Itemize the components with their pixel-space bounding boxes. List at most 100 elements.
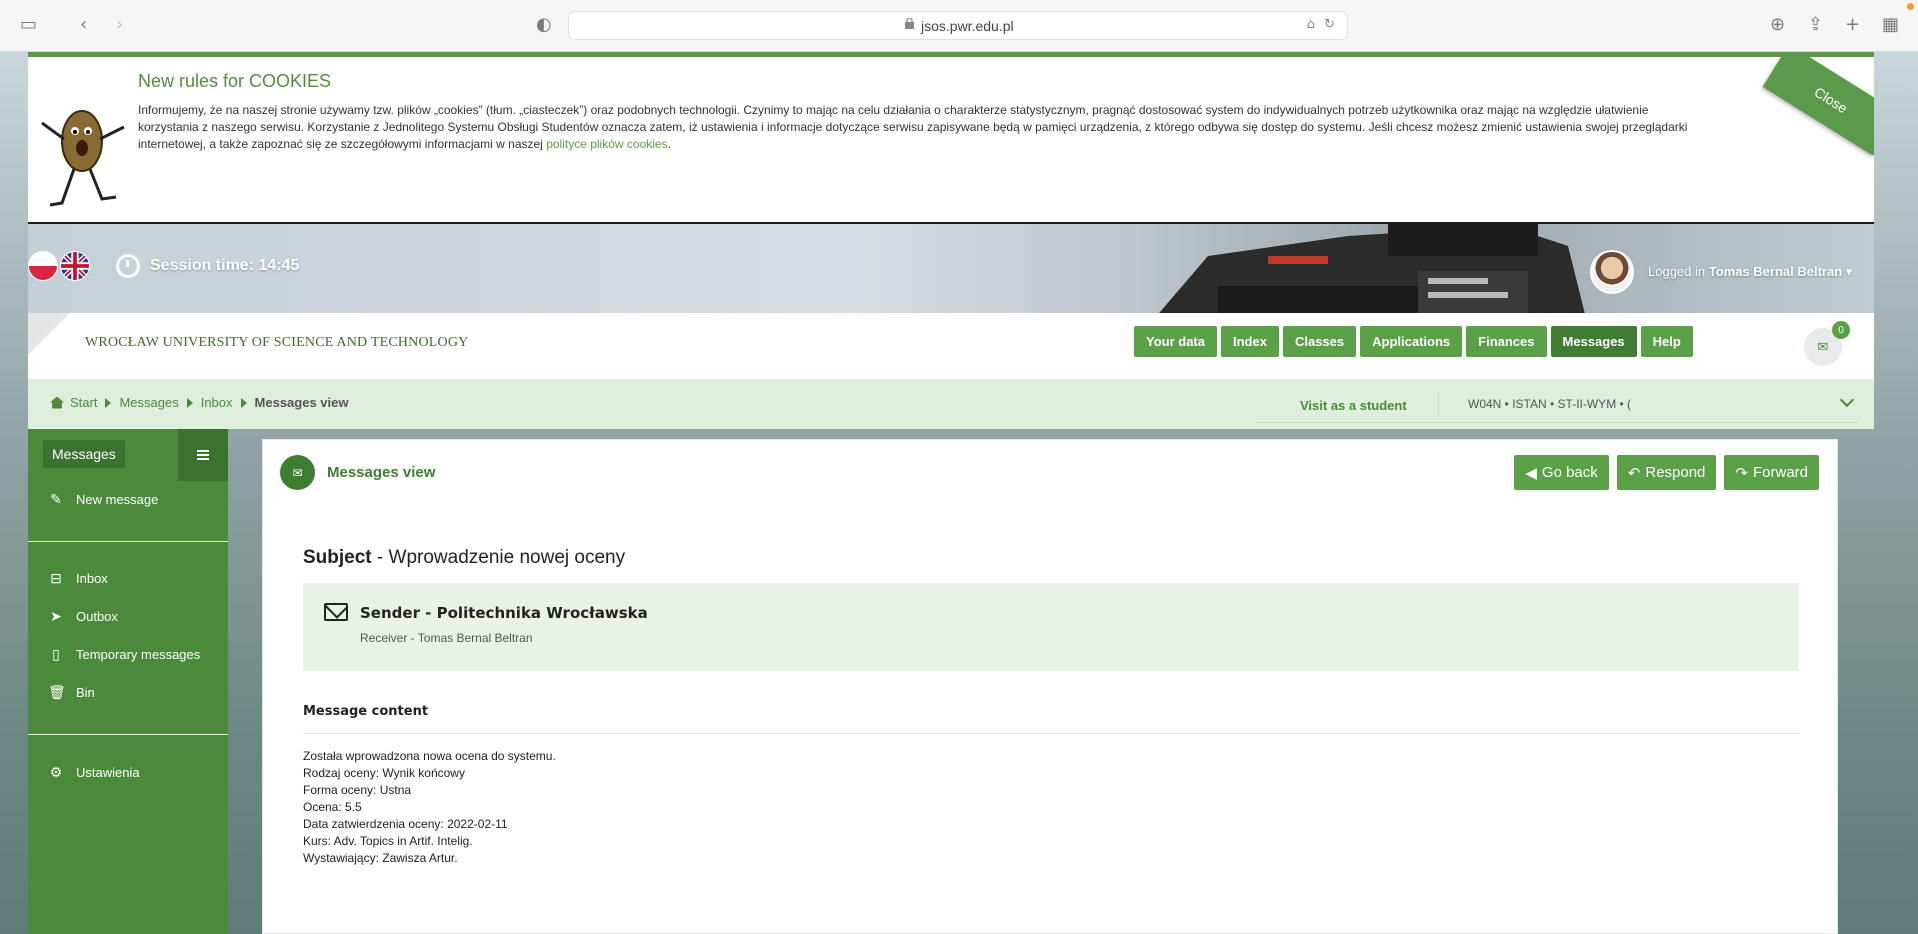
cookie-banner: New rules for COOKIES Informujemy, że na… bbox=[28, 57, 1874, 224]
caret-right-icon bbox=[240, 397, 247, 408]
caret-down-icon: ▾ bbox=[1845, 264, 1853, 279]
reply-icon: ↶ bbox=[1627, 464, 1641, 482]
sidebar-item-new-message[interactable]: ✎ New message bbox=[28, 485, 228, 513]
cookie-policy-link[interactable]: polityce plików cookies bbox=[546, 137, 667, 151]
message-panel: ✉ Messages view ◀ Go back ↶ Respond ↷ Fo… bbox=[262, 439, 1838, 934]
nav-finances[interactable]: Finances bbox=[1466, 326, 1547, 357]
browser-toolbar: ▭ ‹ › ◐ jsos.pwr.edu.pl ⌂ ↻ ⊕ ⇪ + ▦ bbox=[0, 0, 1918, 52]
breadcrumb: Start Messages Inbox Messages view bbox=[50, 395, 348, 410]
breadcrumb-start[interactable]: Start bbox=[70, 395, 97, 410]
forward-icon[interactable]: › bbox=[116, 14, 123, 36]
message-body: Została wprowadzona nowa ocena do system… bbox=[303, 748, 556, 867]
new-tab-icon[interactable]: + bbox=[1845, 14, 1860, 36]
sidebar-item-label: Inbox bbox=[76, 570, 108, 586]
translate-icon[interactable]: ⌂ bbox=[1307, 17, 1315, 32]
divider bbox=[1438, 393, 1439, 415]
message-line: Ocena: 5.5 bbox=[303, 800, 362, 814]
polish-flag-icon[interactable] bbox=[28, 251, 58, 281]
respond-label: Respond bbox=[1645, 464, 1706, 481]
nav-index[interactable]: Index bbox=[1221, 326, 1279, 357]
forward-label: Forward bbox=[1752, 464, 1808, 481]
study-program: W04N • ISTAN • ST-II-WYM • ( bbox=[1468, 397, 1632, 411]
message-line: Data zatwierdzenia oceny: 2022-02-11 bbox=[303, 817, 508, 831]
visit-as-student-link[interactable]: Visit as a student bbox=[1300, 398, 1407, 413]
message-content-label: Message content bbox=[303, 704, 429, 719]
message-line: Rodzaj oceny: Wynik końcowy bbox=[303, 766, 465, 780]
sender-box: Sender - Politechnika Wrocławska Receive… bbox=[303, 583, 1799, 671]
nav-buttons: Your data Index Classes Applications Fin… bbox=[1134, 326, 1693, 357]
sidebar-item-outbox[interactable]: ➤ Outbox bbox=[28, 602, 228, 630]
divider bbox=[303, 733, 1799, 734]
reload-icon[interactable]: ↻ bbox=[1324, 17, 1335, 32]
notification-dot bbox=[1907, 3, 1914, 10]
sidebar-item-label: Temporary messages bbox=[76, 646, 201, 662]
cookie-title: New rules for COOKIES bbox=[138, 71, 332, 91]
sidebar-item-label: New message bbox=[76, 491, 159, 507]
respond-button[interactable]: ↶ Respond bbox=[1616, 455, 1717, 490]
go-back-label: Go back bbox=[1541, 464, 1598, 481]
arrow-circle-left-icon: ◀ bbox=[1525, 464, 1537, 482]
nav-applications[interactable]: Applications bbox=[1360, 326, 1463, 357]
cookie-close-button[interactable]: Close bbox=[1762, 57, 1874, 156]
main-navbar: WROCŁAW UNIVERSITY OF SCIENCE AND TECHNO… bbox=[28, 313, 1874, 379]
university-logo-text[interactable]: WROCŁAW UNIVERSITY OF SCIENCE AND TECHNO… bbox=[85, 335, 468, 351]
logged-in-menu[interactable]: Logged in Tomas Bernal Beltran ▾ bbox=[1648, 264, 1852, 280]
sidebar-item-settings[interactable]: ⚙ Ustawienia bbox=[28, 758, 228, 786]
avatar[interactable] bbox=[1590, 250, 1634, 294]
caret-right-icon bbox=[186, 397, 193, 408]
go-back-button[interactable]: ◀ Go back bbox=[1514, 455, 1609, 490]
user-name: Tomas Bernal Beltran bbox=[1708, 264, 1843, 279]
english-flag-icon[interactable] bbox=[60, 251, 90, 281]
breadcrumb-bar: Start Messages Inbox Messages view Visit… bbox=[28, 379, 1874, 429]
message-line: Kurs: Adv. Topics in Artif. Intelig. bbox=[303, 834, 473, 848]
sidebar-header: Messages bbox=[28, 429, 228, 481]
sidebar-divider bbox=[28, 734, 228, 735]
share-icon[interactable]: ⇪ bbox=[1808, 14, 1823, 36]
privacy-shield-icon[interactable]: ◐ bbox=[536, 14, 552, 36]
message-line: Została wprowadzona nowa ocena do system… bbox=[303, 749, 556, 763]
envelope-icon: ✉ bbox=[1817, 339, 1829, 355]
sidebar-item-inbox[interactable]: ⊟ Inbox bbox=[28, 564, 228, 592]
potato-mascot-icon bbox=[41, 110, 125, 207]
subject-text: - Wprowadzenie nowej oceny bbox=[376, 547, 626, 568]
url-text: jsos.pwr.edu.pl bbox=[921, 18, 1014, 34]
paper-plane-icon: ➤ bbox=[50, 607, 62, 624]
nav-classes[interactable]: Classes bbox=[1282, 326, 1357, 357]
back-icon[interactable]: ‹ bbox=[80, 14, 87, 36]
subject-label: Subject bbox=[303, 547, 372, 568]
gear-icon: ⚙ bbox=[49, 763, 63, 780]
nav-help[interactable]: Help bbox=[1640, 326, 1693, 357]
sidebar: Messages ✎ New message ⊟ Inbox ➤ Outbox … bbox=[28, 429, 228, 934]
sidebar-item-label: Outbox bbox=[76, 608, 118, 624]
stopwatch-icon bbox=[116, 254, 140, 278]
breadcrumb-current: Messages view bbox=[254, 395, 349, 410]
inbox-icon: ⊟ bbox=[50, 569, 62, 586]
session-timer: Session time: 14:45 bbox=[116, 254, 299, 278]
chevron-down-icon[interactable] bbox=[1839, 392, 1855, 408]
site-container: New rules for COOKIES Informujemy, że na… bbox=[28, 52, 1874, 934]
nav-messages[interactable]: Messages bbox=[1550, 326, 1637, 357]
share-arrow-icon: ↷ bbox=[1735, 464, 1748, 482]
sidebar-item-temporary-messages[interactable]: ▯ Temporary messages bbox=[28, 640, 228, 668]
nav-your-data[interactable]: Your data bbox=[1134, 326, 1217, 357]
tab-overview-icon[interactable]: ▦ bbox=[1882, 14, 1899, 36]
sidebar-menu-toggle[interactable] bbox=[178, 429, 228, 481]
home-icon[interactable] bbox=[50, 396, 64, 409]
student-selector[interactable]: Visit as a student W04N • ISTAN • ST-II-… bbox=[1256, 387, 1858, 423]
logged-in-label: Logged in bbox=[1648, 264, 1706, 279]
breadcrumb-messages[interactable]: Messages bbox=[119, 395, 178, 410]
message-actions: ◀ Go back ↶ Respond ↷ Forward bbox=[1514, 455, 1819, 490]
envelope-outline-icon bbox=[324, 603, 348, 621]
message-subject: Subject - Wprowadzenie nowej oceny bbox=[303, 547, 625, 569]
pencil-icon: ✎ bbox=[50, 490, 62, 507]
download-icon[interactable]: ⊕ bbox=[1770, 14, 1785, 36]
forward-button[interactable]: ↷ Forward bbox=[1724, 455, 1819, 490]
page-title: Messages view bbox=[327, 464, 436, 481]
sidebar-title: Messages bbox=[43, 440, 125, 468]
sidebar-toggle-icon[interactable]: ▭ bbox=[20, 14, 37, 36]
sidebar-item-bin[interactable]: 🗑 Bin bbox=[28, 678, 228, 706]
envelope-icon: ✉ bbox=[280, 455, 315, 490]
mail-count-badge: 0 bbox=[1832, 321, 1850, 339]
breadcrumb-inbox[interactable]: Inbox bbox=[201, 395, 233, 410]
address-bar[interactable]: jsos.pwr.edu.pl ⌂ ↻ bbox=[568, 11, 1348, 40]
